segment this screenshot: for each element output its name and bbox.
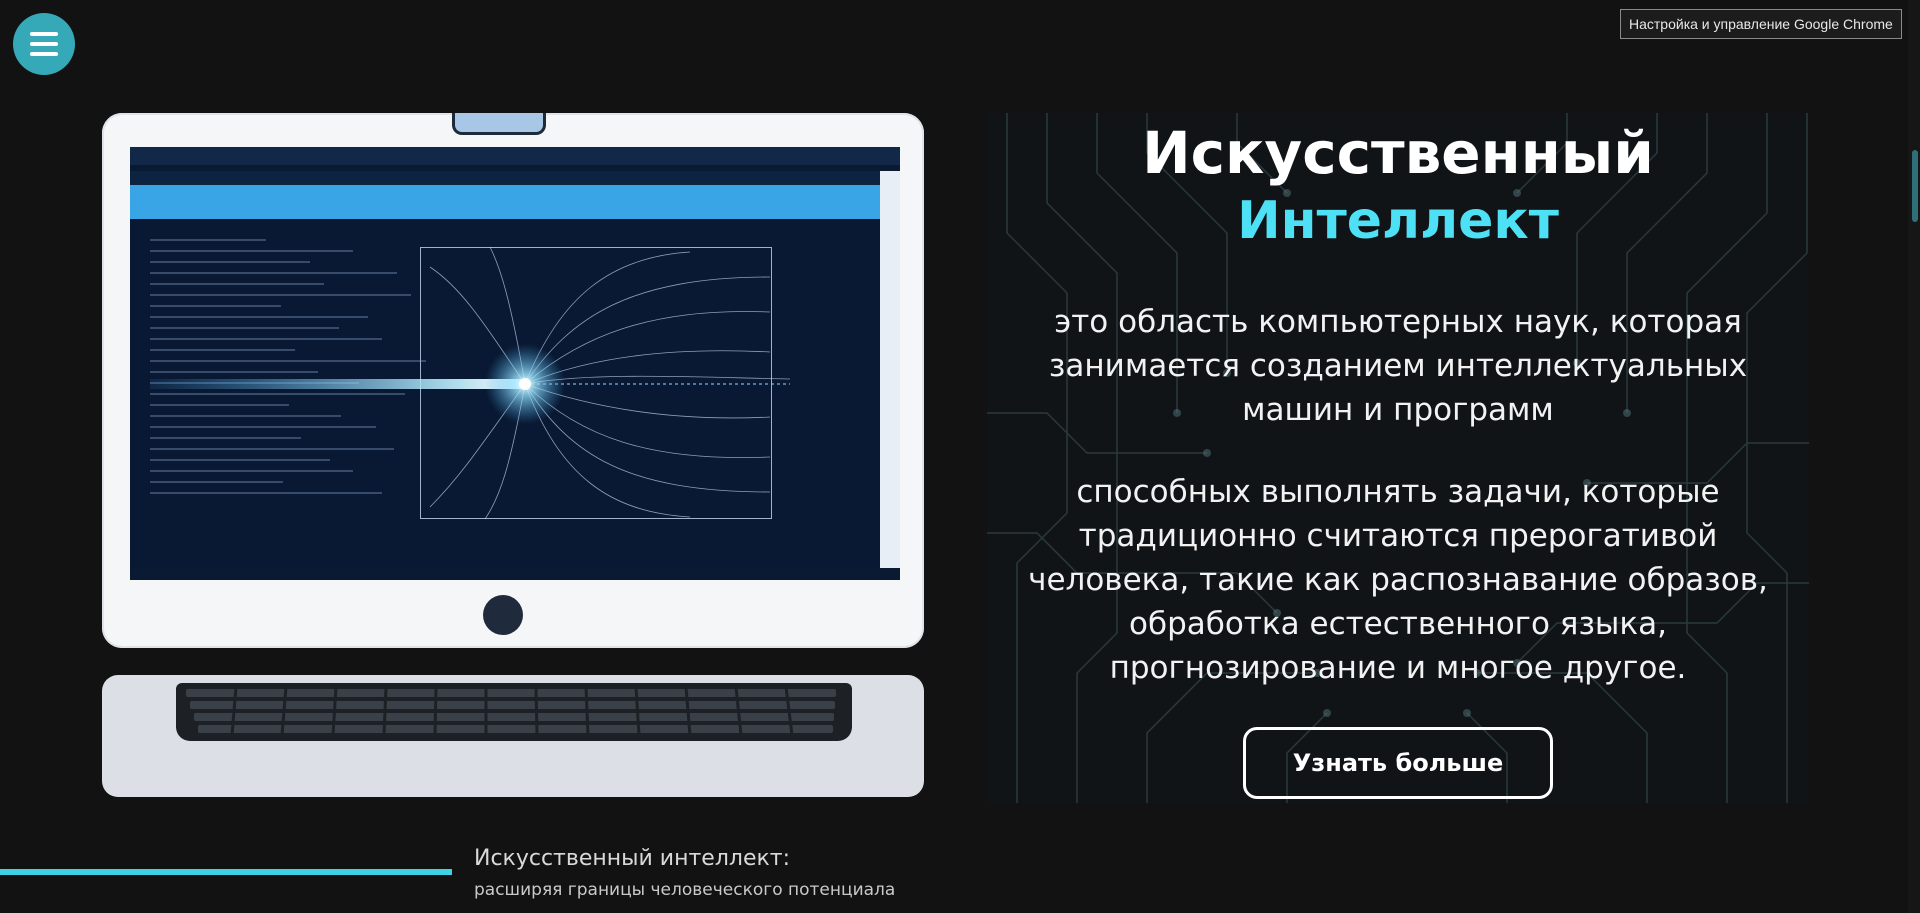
hero-paragraph-2-text: способных выполнять задачи, которые трад…: [1028, 474, 1768, 686]
hamburger-menu-icon-bar: [30, 42, 58, 46]
caption-title: Искусственный интеллект:: [474, 846, 791, 871]
hamburger-menu-button[interactable]: [13, 13, 75, 75]
monitor-home-button: [483, 595, 523, 635]
caption-accent-line: [0, 869, 452, 875]
chrome-menu-tooltip: Настройка и управление Google Chrome: [1620, 9, 1902, 39]
hero-paragraph-1: это область компьютерных наук, которая з…: [987, 300, 1809, 432]
scrollbar-thumb[interactable]: [1912, 150, 1918, 222]
hero-paragraph-2: способных выполнять задачи, которые трад…: [987, 470, 1809, 690]
monitor-screen: [130, 147, 900, 580]
keyboard-keys: [186, 686, 836, 736]
page: Настройка и управление Google Chrome Иск…: [0, 0, 1920, 913]
computer-illustration: [102, 113, 924, 797]
keyboard-image: [176, 683, 852, 741]
monitor-image: [102, 113, 924, 648]
caption-subtitle: расширяя границы человеческого потенциал…: [474, 880, 896, 900]
hero-title-accent: Интеллект: [1237, 191, 1559, 251]
hero-title: Искусственный: [1142, 119, 1654, 187]
hero-panel: Искусственный Интеллект это область комп…: [987, 113, 1809, 803]
hero-content: Искусственный Интеллект это область комп…: [987, 113, 1809, 803]
monitor-camera: [452, 113, 546, 135]
hamburger-menu-icon-bar: [30, 52, 58, 56]
hero-paragraph-1-text: это область компьютерных наук, которая з…: [1048, 304, 1748, 428]
page-scrollbar[interactable]: [1908, 0, 1920, 913]
keyboard-base: [102, 675, 924, 797]
hamburger-menu-icon: [30, 32, 58, 36]
learn-more-button[interactable]: Узнать больше: [1243, 727, 1553, 799]
light-burst-graphic: [150, 246, 791, 520]
